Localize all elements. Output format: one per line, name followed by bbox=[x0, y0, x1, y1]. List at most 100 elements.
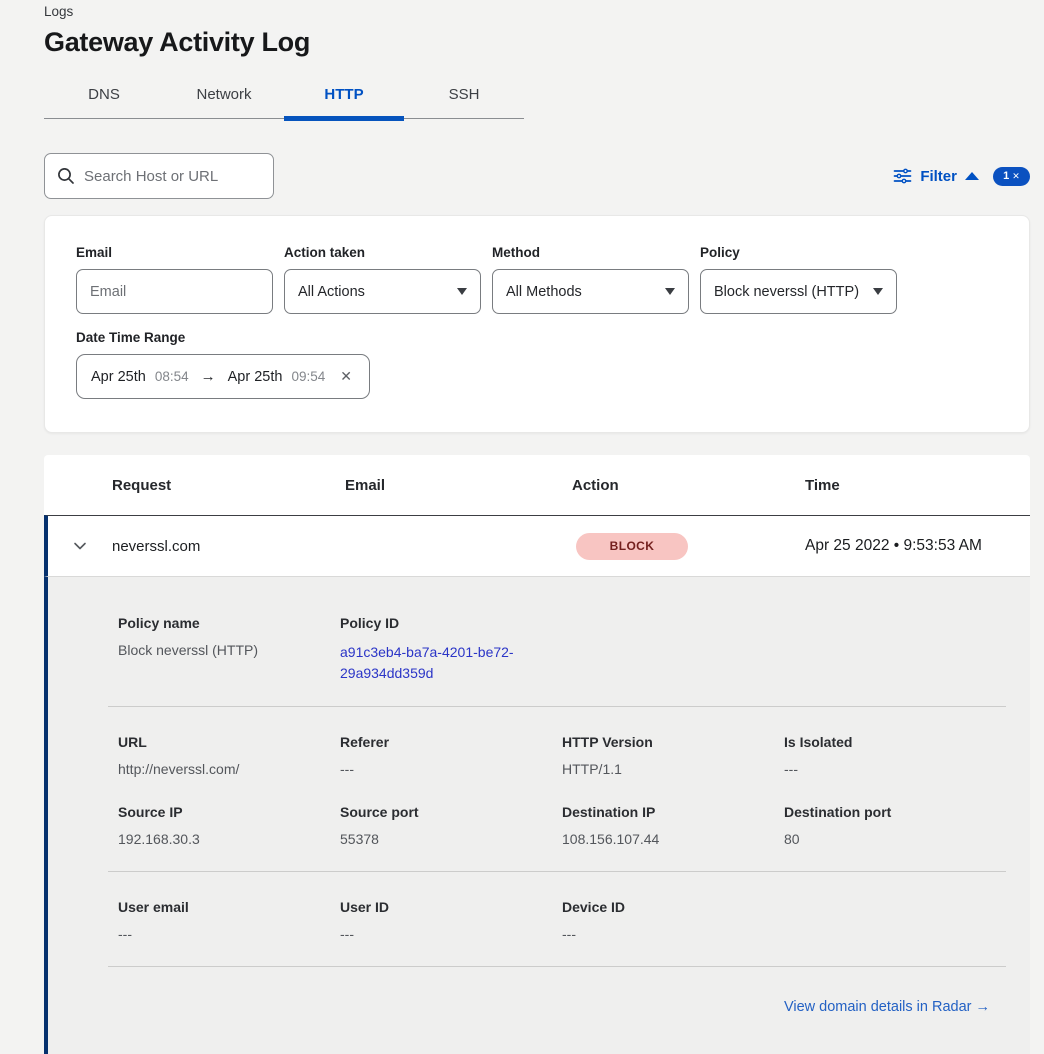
tab-dns[interactable]: DNS bbox=[44, 74, 164, 118]
http-version-field: HTTP Version HTTP/1.1 bbox=[562, 734, 784, 777]
policy-section: Policy name Block neverssl (HTTP) Policy… bbox=[118, 615, 1006, 684]
destination-port-value: 80 bbox=[784, 831, 1006, 847]
referer-field: Referer --- bbox=[340, 734, 562, 777]
user-email-field: User email --- bbox=[118, 899, 340, 942]
filter-panel: Email Action taken All Actions Method Al… bbox=[44, 215, 1030, 433]
action-filter-label: Action taken bbox=[284, 245, 481, 260]
filter-field-action: Action taken All Actions bbox=[284, 245, 481, 314]
user-id-value: --- bbox=[340, 926, 562, 942]
radar-link-row: View domain details in Radar → bbox=[118, 998, 1006, 1016]
chevron-down-icon bbox=[457, 288, 467, 295]
row-expand-toggle[interactable] bbox=[48, 538, 112, 554]
tab-http[interactable]: HTTP bbox=[284, 74, 404, 118]
chevron-down-icon bbox=[72, 538, 88, 554]
col-request: Request bbox=[112, 477, 345, 494]
email-filter-box bbox=[76, 269, 273, 314]
device-id-field: Device ID --- bbox=[562, 899, 1006, 942]
filter-toggle[interactable]: Filter 1 ✕ bbox=[893, 167, 1030, 186]
device-id-value: --- bbox=[562, 926, 1006, 942]
page-title: Gateway Activity Log bbox=[44, 27, 1030, 58]
row-time: Apr 25 2022 • 9:53:53 AM bbox=[805, 537, 1030, 555]
is-isolated-field: Is Isolated --- bbox=[784, 734, 1006, 777]
is-isolated-label: Is Isolated bbox=[784, 734, 1006, 750]
row-request: neverssl.com bbox=[112, 538, 345, 555]
table-header: Request Email Action Time bbox=[44, 455, 1030, 515]
log-type-tabs: DNS Network HTTP SSH bbox=[44, 74, 524, 119]
user-id-label: User ID bbox=[340, 899, 562, 915]
device-id-label: Device ID bbox=[562, 899, 1006, 915]
filter-row-fields: Email Action taken All Actions Method Al… bbox=[76, 245, 998, 314]
arrow-right-icon: → bbox=[198, 368, 219, 385]
tab-ssh[interactable]: SSH bbox=[404, 74, 524, 118]
chevron-down-icon bbox=[665, 288, 675, 295]
toolbar: Filter 1 ✕ bbox=[44, 153, 1030, 199]
activity-table: Request Email Action Time neverssl.com B… bbox=[44, 455, 1030, 1054]
filter-sliders-icon bbox=[893, 167, 912, 185]
email-filter-input[interactable] bbox=[90, 284, 259, 300]
user-id-field: User ID --- bbox=[340, 899, 562, 942]
policy-id-link[interactable]: a91c3eb4-ba7a-4201-be72-29a934dd359d bbox=[340, 642, 532, 684]
url-value: http://neverssl.com/ bbox=[118, 761, 340, 777]
http-version-value: HTTP/1.1 bbox=[562, 761, 784, 777]
source-port-label: Source port bbox=[340, 804, 562, 820]
radar-link[interactable]: View domain details in Radar → bbox=[784, 999, 990, 1015]
gateway-activity-log-page: Logs Gateway Activity Log DNS Network HT… bbox=[0, 0, 1044, 1054]
http-version-label: HTTP Version bbox=[562, 734, 784, 750]
method-filter-select[interactable]: All Methods bbox=[492, 269, 689, 314]
policy-name-label: Policy name bbox=[118, 615, 340, 631]
destination-port-field: Destination port 80 bbox=[784, 804, 1006, 847]
search-input[interactable] bbox=[84, 168, 261, 185]
filter-field-policy: Policy Block neverssl (HTTP) bbox=[700, 245, 897, 314]
destination-ip-field: Destination IP 108.156.107.44 bbox=[562, 804, 784, 847]
referer-label: Referer bbox=[340, 734, 562, 750]
user-email-value: --- bbox=[118, 926, 340, 942]
collapse-caret-icon bbox=[965, 172, 979, 180]
chevron-down-icon bbox=[873, 288, 883, 295]
tab-network[interactable]: Network bbox=[164, 74, 284, 118]
action-filter-select[interactable]: All Actions bbox=[284, 269, 481, 314]
source-port-value: 55378 bbox=[340, 831, 562, 847]
policy-filter-select[interactable]: Block neverssl (HTTP) bbox=[700, 269, 897, 314]
section-divider bbox=[108, 966, 1006, 967]
user-section: User email --- User ID --- Device ID --- bbox=[118, 899, 1006, 942]
destination-port-label: Destination port bbox=[784, 804, 1006, 820]
section-divider bbox=[108, 706, 1006, 707]
email-filter-label: Email bbox=[76, 245, 273, 260]
col-action: Action bbox=[572, 477, 805, 494]
daterange-start-date: Apr 25th bbox=[91, 369, 146, 385]
table-row[interactable]: neverssl.com BLOCK Apr 25 2022 • 9:53:53… bbox=[44, 515, 1030, 577]
source-port-field: Source port 55378 bbox=[340, 804, 562, 847]
filter-count: 1 bbox=[1003, 170, 1009, 182]
row-details-panel: Policy name Block neverssl (HTTP) Policy… bbox=[44, 577, 1030, 1054]
search-box bbox=[44, 153, 274, 199]
policy-filter-value: Block neverssl (HTTP) bbox=[714, 284, 859, 300]
filter-field-method: Method All Methods bbox=[492, 245, 689, 314]
daterange-end-time: 09:54 bbox=[291, 369, 325, 384]
daterange-start-time: 08:54 bbox=[155, 369, 189, 384]
destination-ip-label: Destination IP bbox=[562, 804, 784, 820]
policy-name-field: Policy name Block neverssl (HTTP) bbox=[118, 615, 340, 684]
referer-value: --- bbox=[340, 761, 562, 777]
daterange-end-date: Apr 25th bbox=[228, 369, 283, 385]
daterange-label: Date Time Range bbox=[76, 330, 998, 345]
search-icon bbox=[57, 167, 75, 185]
daterange-clear-icon[interactable]: ✕ bbox=[340, 368, 352, 385]
method-filter-value: All Methods bbox=[506, 284, 582, 300]
filter-field-daterange: Date Time Range Apr 25th 08:54 → Apr 25t… bbox=[76, 330, 998, 399]
col-time: Time bbox=[805, 477, 1030, 494]
status-badge: BLOCK bbox=[576, 533, 688, 560]
source-ip-field: Source IP 192.168.30.3 bbox=[118, 804, 340, 847]
filter-label: Filter bbox=[920, 168, 957, 185]
url-field: URL http://neverssl.com/ bbox=[118, 734, 340, 777]
is-isolated-value: --- bbox=[784, 761, 1006, 777]
row-action-cell: BLOCK bbox=[572, 533, 805, 560]
filter-count-badge[interactable]: 1 ✕ bbox=[993, 167, 1030, 186]
col-email: Email bbox=[345, 477, 572, 494]
daterange-picker[interactable]: Apr 25th 08:54 → Apr 25th 09:54 ✕ bbox=[76, 354, 370, 399]
action-filter-value: All Actions bbox=[298, 284, 365, 300]
policy-name-value: Block neverssl (HTTP) bbox=[118, 642, 340, 658]
policy-id-label: Policy ID bbox=[340, 615, 1006, 631]
source-ip-value: 192.168.30.3 bbox=[118, 831, 340, 847]
badge-dismiss-icon[interactable]: ✕ bbox=[1012, 171, 1020, 182]
breadcrumb[interactable]: Logs bbox=[44, 4, 1030, 19]
